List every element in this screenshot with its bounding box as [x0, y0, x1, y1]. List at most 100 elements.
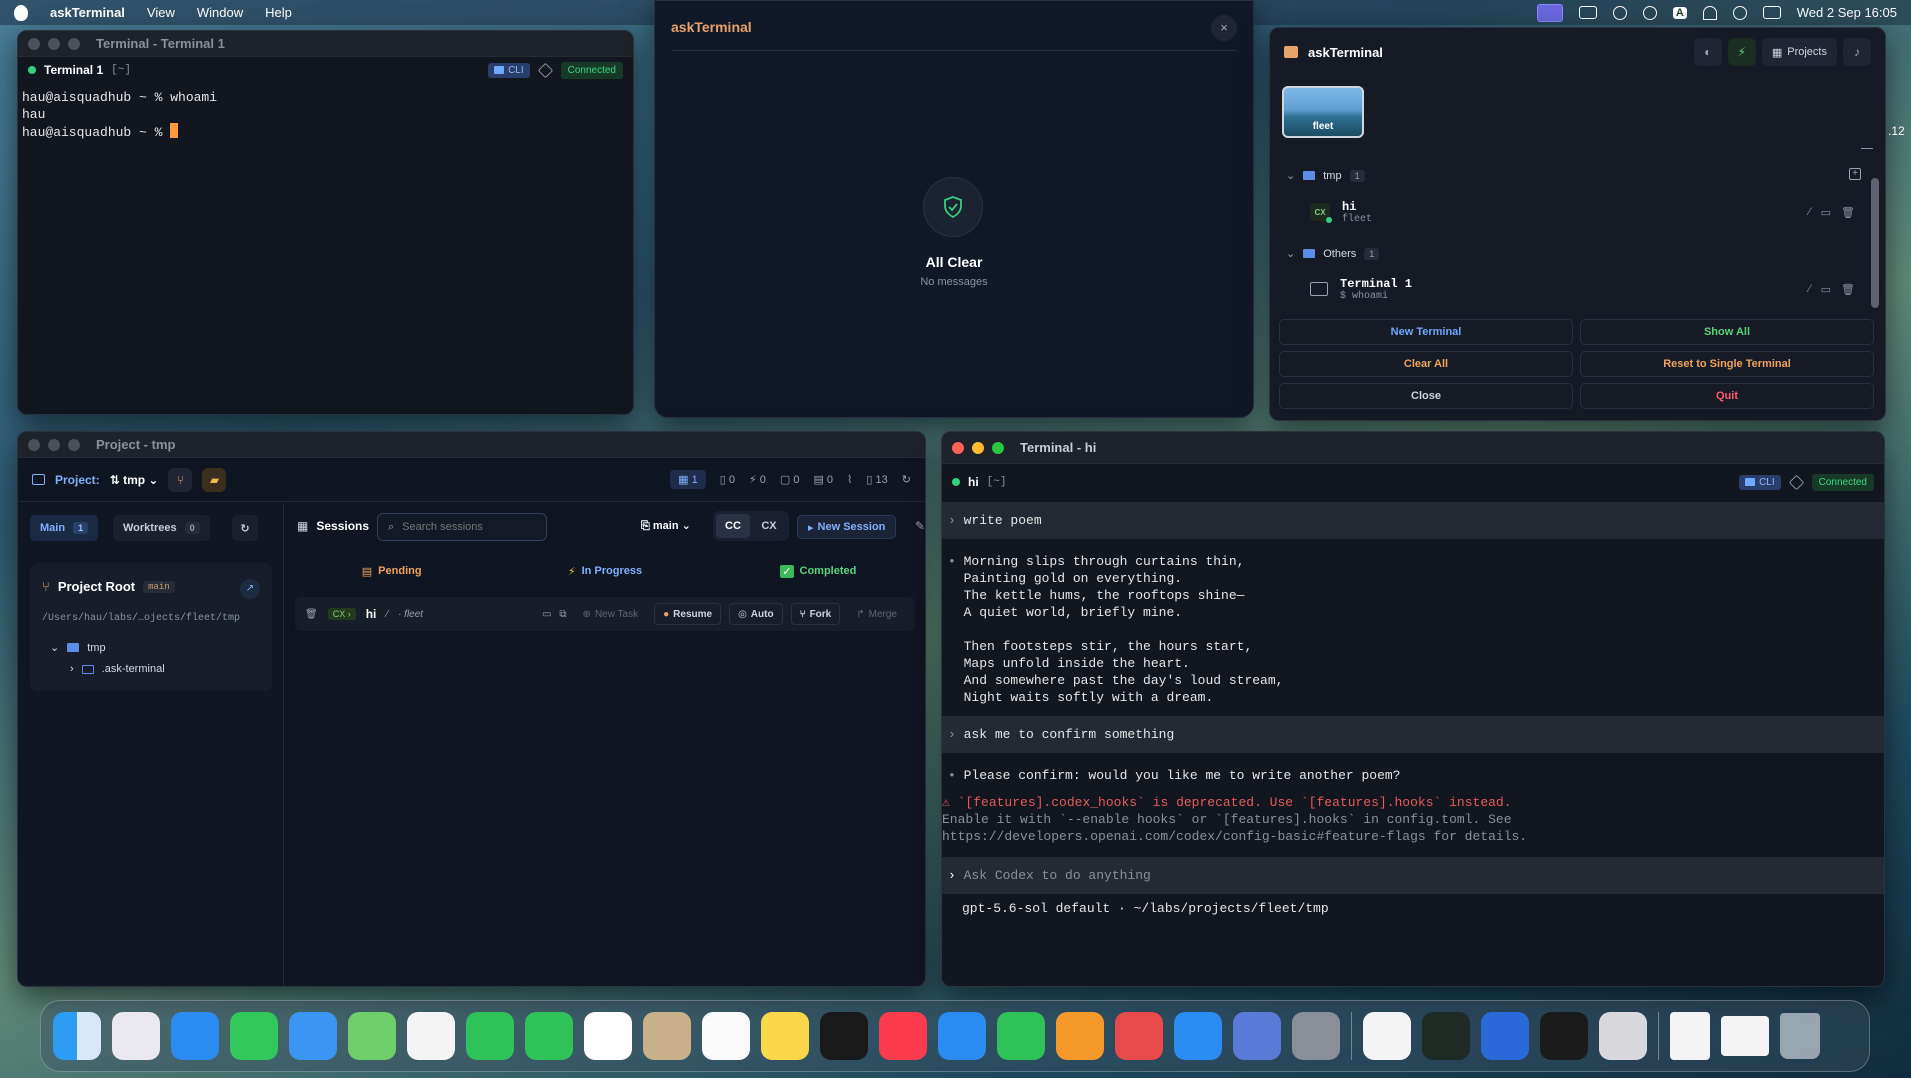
apple-icon[interactable] [14, 4, 28, 21]
open-external-icon[interactable]: ↗ [240, 579, 260, 599]
system-settings-icon[interactable] [1292, 1012, 1340, 1060]
search-input[interactable] [402, 521, 523, 533]
keynote-icon[interactable] [938, 1012, 986, 1060]
menu-help[interactable]: Help [265, 5, 292, 20]
window-icon[interactable]: ▭ [1821, 206, 1831, 219]
window-controls[interactable] [28, 438, 80, 451]
stat-stopped[interactable]: ▢ 0 [780, 473, 800, 486]
safari-icon[interactable] [171, 1012, 219, 1060]
maps-icon[interactable] [348, 1012, 396, 1060]
control-center-icon[interactable] [1762, 6, 1781, 19]
minimize-icon[interactable] [1861, 148, 1873, 149]
tab-worktrees[interactable]: Worktrees 0 [113, 515, 210, 541]
new-terminal-button[interactable]: New Terminal [1279, 319, 1573, 345]
session-row[interactable]: 🗑 CX › hi ⁄ · fleet ▭ ⧉ ⊕ New Task ● Resu… [295, 597, 915, 631]
refresh-icon[interactable]: ↻ [902, 473, 911, 486]
rocket-icon[interactable] [1115, 1012, 1163, 1060]
trash-icon[interactable]: 🗑 [1841, 206, 1855, 219]
apple-tv-icon[interactable] [820, 1012, 868, 1060]
input-source-icon[interactable]: A [1672, 6, 1687, 19]
tree-item-tmp[interactable]: ⌄ tmp [50, 641, 106, 655]
focus-moon-icon[interactable] [1642, 5, 1657, 20]
branch-selector[interactable]: ⎘ main ⌄ [641, 519, 691, 533]
terminal-app-icon[interactable] [1540, 1012, 1588, 1060]
activity-monitor-icon[interactable] [1422, 1012, 1470, 1060]
agent-cc-button[interactable]: CC [716, 514, 750, 538]
window-controls[interactable] [952, 441, 1004, 454]
tab-main[interactable]: Main 1 [30, 515, 99, 541]
tab-in-progress[interactable]: ⚡ In Progress [498, 559, 711, 583]
document-icon[interactable] [1670, 1012, 1710, 1060]
stat-files[interactable]: ▯ 13 [866, 473, 887, 486]
stat-sessions[interactable]: ▦ 1 [670, 470, 706, 489]
contacts-icon[interactable] [643, 1012, 691, 1060]
menu-view[interactable]: View [147, 5, 175, 20]
trash-icon[interactable] [1780, 1013, 1820, 1059]
tab-pending[interactable]: ▤ Pending [285, 559, 498, 583]
launchpad-icon[interactable] [112, 1012, 160, 1060]
window-controls[interactable] [28, 37, 80, 50]
messages-icon[interactable] [230, 1012, 278, 1060]
trash-icon[interactable]: 🗑 [305, 609, 318, 620]
add-terminal-icon[interactable]: + [1849, 168, 1861, 180]
clear-all-button[interactable]: Clear All [1279, 351, 1573, 377]
facetime-icon[interactable] [466, 1012, 514, 1060]
xcode-icon[interactable] [1481, 1012, 1529, 1060]
photos-icon[interactable] [407, 1012, 455, 1060]
agent-cx-button[interactable]: CX [752, 514, 786, 538]
quit-button[interactable]: Quit [1580, 383, 1874, 409]
project-thumbnail[interactable]: fleet [1282, 86, 1364, 138]
cli-badge[interactable]: CLI [1739, 474, 1781, 490]
window-icon[interactable]: ▭ [1821, 283, 1831, 296]
phone-icon[interactable] [525, 1012, 573, 1060]
rename-icon[interactable]: ⁄ [1809, 283, 1811, 296]
pin-icon[interactable]: ✎ [915, 519, 925, 533]
music-icon[interactable] [879, 1012, 927, 1060]
project-root-card[interactable]: ⑂ Project Root main ↗ /Users/hau/labs/…o… [30, 563, 272, 691]
stat-tasks[interactable]: ▯ 0 [720, 473, 735, 486]
titlebar[interactable]: Terminal - hi [942, 432, 1884, 464]
scrollbar[interactable] [1871, 178, 1879, 308]
show-all-button[interactable]: Show All [1580, 319, 1874, 345]
mail-icon[interactable] [289, 1012, 337, 1060]
stats-icon[interactable] [1612, 5, 1627, 20]
tag-icon[interactable] [537, 62, 553, 78]
finder-icon[interactable] [53, 1012, 101, 1060]
titlebar[interactable]: Terminal - Terminal 1 [18, 31, 633, 57]
iphone-mirroring-icon[interactable] [1233, 1012, 1281, 1060]
project-selector[interactable]: ⇅ tmp ⌄ [110, 473, 159, 487]
numbers-icon[interactable] [997, 1012, 1045, 1060]
chart-icon[interactable]: ⌇ [847, 473, 852, 486]
rename-icon[interactable]: ⁄ [386, 609, 388, 620]
close-icon[interactable]: × [1211, 15, 1237, 41]
bell-icon[interactable]: ♪ [1843, 38, 1871, 66]
group-others[interactable]: ⌄ Others 1 [1286, 247, 1380, 260]
search-box[interactable]: ⌕ [377, 513, 547, 541]
tab-completed[interactable]: ✓ Completed [712, 559, 925, 583]
close-button[interactable]: Close [1279, 383, 1573, 409]
reminders-icon[interactable] [702, 1012, 750, 1060]
pages-icon[interactable] [1056, 1012, 1104, 1060]
menu-window[interactable]: Window [197, 5, 243, 20]
downloads-icon[interactable] [1721, 1016, 1769, 1056]
new-session-button[interactable]: ▸ New Session [797, 515, 897, 539]
list-item-hi[interactable]: CX hi fleet ⁄ ▭ 🗑 [1310, 193, 1855, 231]
titlebar[interactable]: Project - tmp [18, 432, 925, 458]
new-task-button[interactable]: ⊕ New Task [575, 603, 647, 625]
folder-icon[interactable]: ▭ [542, 609, 551, 620]
rename-icon[interactable]: ⁄ [1809, 206, 1811, 219]
search-icon[interactable] [1732, 5, 1747, 20]
cli-badge[interactable]: CLI [488, 62, 530, 78]
branch-icon[interactable]: ⑂ [168, 467, 193, 492]
chrome-icon[interactable] [1363, 1012, 1411, 1060]
tree-item-ask-terminal[interactable]: › .ask-terminal [70, 663, 165, 675]
reset-single-terminal-button[interactable]: Reset to Single Terminal [1580, 351, 1874, 377]
resume-button[interactable]: ● Resume [654, 603, 722, 625]
stat-active[interactable]: ⚡ 0 [749, 473, 766, 486]
merge-button[interactable]: ↱ Merge [848, 603, 905, 625]
trash-icon[interactable]: 🗑 [1841, 283, 1855, 296]
palette-icon[interactable]: ◐ [1693, 38, 1722, 66]
codex-input[interactable]: › Ask Codex to do anything [942, 857, 1884, 894]
folder-open-icon[interactable]: ▰ [202, 467, 227, 492]
refresh-icon[interactable]: ↻ [232, 515, 258, 541]
